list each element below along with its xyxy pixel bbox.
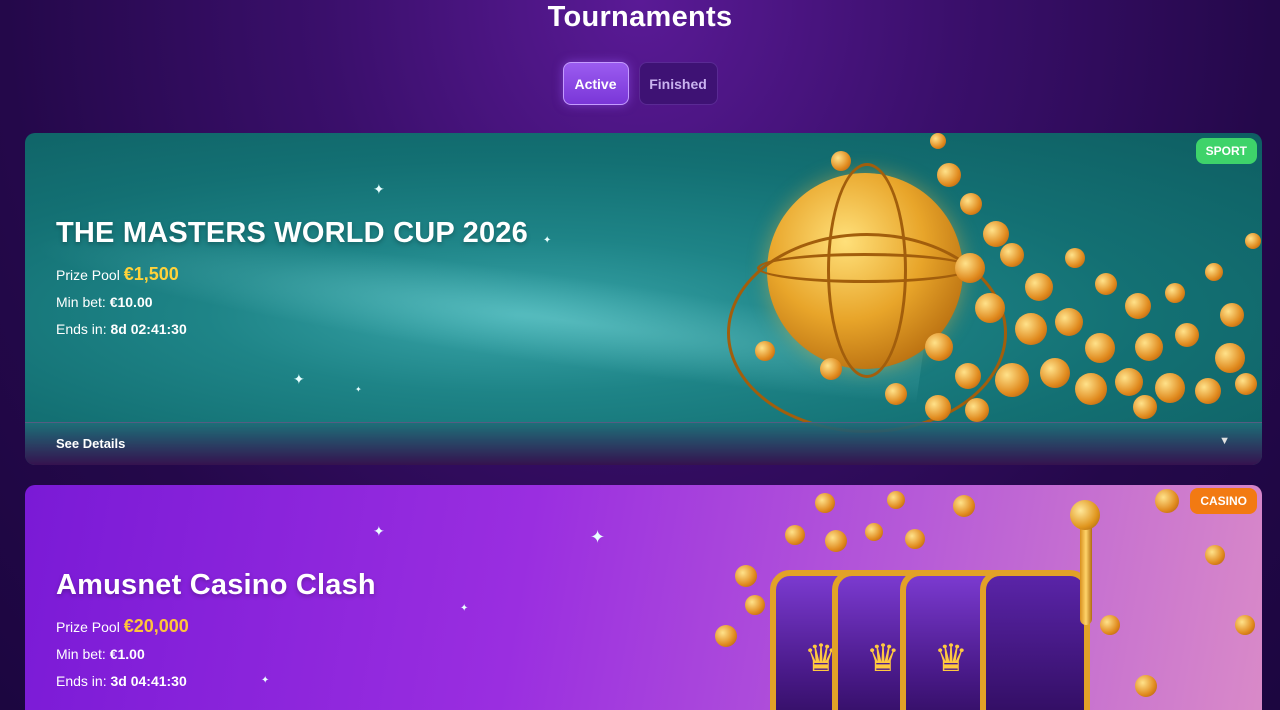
see-details-bar[interactable]: See Details ▼ — [25, 422, 1262, 465]
crown-icon: ♛ — [866, 638, 901, 680]
ends-in: Ends in: 3d 04:41:30 — [56, 673, 187, 689]
prize-pool-value: €1,500 — [123, 264, 179, 284]
tournament-tabs: Active Finished — [0, 62, 1280, 105]
tournament-card-casino[interactable]: ✦ ✦ ✦ ✦ ♛ ♛ ♛ CASINO Amusnet Casino Clas… — [25, 485, 1262, 710]
ends-in-label: Ends in: — [56, 321, 107, 337]
prize-pool: Prize Pool €20,000 — [56, 616, 189, 637]
crown-icon: ♛ — [934, 638, 969, 680]
prize-pool-label: Prize Pool — [56, 267, 120, 283]
ends-in-label: Ends in: — [56, 673, 107, 689]
casino-badge: CASINO — [1190, 488, 1257, 514]
tournament-card-sport[interactable]: ✦ ✦ ✦ ✦ SPORT THE MASTERS WORLD CUP 2026… — [25, 133, 1262, 465]
page-title: Tournaments — [547, 1, 733, 33]
min-bet-label: Min bet: — [56, 646, 106, 662]
tournament-title: Amusnet Casino Clash — [56, 569, 376, 601]
ends-in: Ends in: 8d 02:41:30 — [56, 321, 187, 337]
ends-in-value: 3d 04:41:30 — [110, 673, 187, 689]
ends-in-value: 8d 02:41:30 — [110, 321, 187, 337]
tab-active[interactable]: Active — [562, 62, 629, 105]
min-bet-label: Min bet: — [56, 294, 106, 310]
min-bet-value: €10.00 — [109, 294, 153, 310]
chevron-down-icon[interactable]: ▼ — [1219, 435, 1230, 447]
min-bet: Min bet: €1.00 — [56, 646, 145, 662]
min-bet-value: €1.00 — [109, 646, 145, 662]
prize-pool-label: Prize Pool — [56, 619, 120, 635]
see-details-link[interactable]: See Details — [56, 436, 125, 451]
tournament-title: THE MASTERS WORLD CUP 2026 — [56, 217, 528, 249]
prize-pool: Prize Pool €1,500 — [56, 264, 179, 285]
tab-finished[interactable]: Finished — [638, 62, 718, 105]
min-bet: Min bet: €10.00 — [56, 294, 153, 310]
slot-machine-icon: ♛ ♛ ♛ — [770, 500, 1130, 710]
prize-pool-value: €20,000 — [123, 616, 189, 636]
sport-badge: SPORT — [1195, 138, 1257, 164]
basketball-coins-artwork — [25, 133, 1262, 433]
